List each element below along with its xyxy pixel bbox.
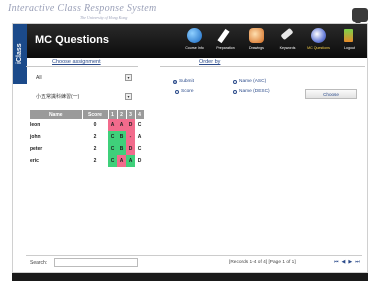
next-page-icon[interactable]: ▶: [348, 259, 352, 265]
assignment-select[interactable]: 小五常識科練習(一) ▾: [34, 93, 132, 102]
top-bar: MC Questions Course Info Preparation Dra…: [27, 24, 367, 58]
logout-icon: [342, 28, 357, 43]
assignment-select-value: 小五常識科練習(一): [36, 94, 80, 100]
main-nav: Course Info Preparation Drawings Keyword…: [179, 26, 365, 56]
student-score: 2: [93, 146, 97, 152]
brand-subtitle: The University of Hong Kong: [80, 15, 128, 20]
order-name-desc-radio[interactable]: Name (DESC): [233, 89, 270, 94]
nav-drawings[interactable]: Drawings: [241, 26, 272, 56]
divider: [26, 255, 362, 256]
chat-icon[interactable]: [352, 8, 368, 25]
answer-cell: A: [117, 119, 126, 131]
order-score-radio[interactable]: Score: [175, 89, 194, 94]
choose-button[interactable]: Choose: [305, 89, 357, 99]
column-header-q1: 1: [108, 110, 118, 119]
radio-label: Score: [181, 89, 194, 94]
bottom-bar: [12, 273, 368, 281]
student-score: 2: [93, 134, 97, 140]
column-header-q2: 2: [117, 110, 127, 119]
radio-label: Name (DESC): [239, 89, 270, 94]
answer-cell: B: [117, 143, 126, 155]
answer-cell: A: [137, 134, 142, 140]
pager: ⏮ ◀ ▶ ⏭: [334, 259, 360, 265]
page-title: MC Questions: [35, 34, 109, 46]
radio-label: Name (ASC): [239, 79, 267, 84]
radio-selected-icon: [173, 79, 177, 84]
answer-cell: D: [137, 158, 142, 164]
answer-cell: C: [137, 146, 142, 152]
student-name: john: [30, 134, 41, 140]
chevron-down-icon: ▾: [125, 93, 132, 100]
student-name: leon: [30, 122, 41, 128]
nav-label: MC Questions: [307, 46, 330, 50]
table-row: peter 2 C B D C: [30, 143, 144, 155]
choose-assignment-heading: Choose assignment: [52, 59, 101, 65]
student-score: 0: [93, 122, 97, 128]
key-icon: [280, 28, 295, 43]
nav-label: Keywords: [279, 46, 296, 50]
student-score: 2: [93, 158, 97, 164]
divider: [26, 66, 138, 67]
table-row: eric 2 C A A D: [30, 155, 144, 167]
answer-cell: A: [117, 155, 126, 167]
radio-label: Submit: [179, 79, 194, 84]
search-input[interactable]: [54, 258, 138, 267]
last-page-icon[interactable]: ⏭: [355, 259, 360, 265]
answer-cell: D: [126, 119, 135, 131]
table-row: leon 0 A A D C: [30, 119, 144, 131]
table-header-row: Name Score 1 2 3 4: [30, 110, 145, 119]
nav-keywords[interactable]: Keywords: [272, 26, 303, 56]
pen-icon: [218, 28, 233, 43]
nav-preparation[interactable]: Preparation: [210, 26, 241, 56]
side-tab-iclass[interactable]: iClass: [13, 24, 27, 84]
nav-label: Logout: [344, 46, 355, 50]
filter-select-value: All: [36, 75, 42, 81]
nav-label: Course Info: [185, 46, 204, 50]
first-page-icon[interactable]: ⏮: [334, 259, 339, 265]
student-name: peter: [30, 146, 43, 152]
mc-questions-icon: [311, 28, 326, 43]
answer-cell: A: [108, 119, 117, 131]
info-icon: [187, 28, 202, 43]
search-label: Search:: [30, 260, 48, 266]
nav-label: Drawings: [249, 46, 264, 50]
results-table: Name Score 1 2 3 4 leon 0 A A D Cjohn 2 C B - Apet…: [30, 110, 145, 167]
brand-title: Interactive Class Response System: [8, 3, 157, 14]
radio-icon: [175, 89, 179, 94]
answer-cell: B: [117, 131, 126, 143]
student-name: eric: [30, 158, 39, 164]
answer-cell: C: [108, 143, 117, 155]
filter-select[interactable]: All ▾: [34, 74, 132, 83]
radio-icon: [233, 79, 237, 84]
column-header-q4: 4: [135, 110, 145, 119]
table-row: john 2 C B - A: [30, 131, 144, 143]
divider: [160, 66, 365, 67]
column-header-q3: 3: [126, 110, 136, 119]
answer-cell: -: [126, 131, 135, 143]
records-info: [Records 1-4 of 4] [Page 1 of 1]: [229, 260, 296, 265]
order-submit-radio[interactable]: Submit: [173, 79, 194, 84]
drawings-icon: [249, 28, 264, 43]
nav-label: Preparation: [216, 46, 235, 50]
chevron-down-icon: ▾: [125, 74, 132, 81]
prev-page-icon[interactable]: ◀: [342, 259, 346, 265]
answer-cell: C: [137, 122, 142, 128]
order-by-heading: Order by: [199, 59, 221, 65]
radio-icon: [233, 89, 237, 94]
answer-cell: C: [108, 131, 117, 143]
nav-mc-questions[interactable]: MC Questions: [303, 26, 334, 56]
column-header-name[interactable]: Name: [30, 110, 83, 119]
nav-logout[interactable]: Logout: [334, 26, 365, 56]
order-name-asc-radio[interactable]: Name (ASC): [233, 79, 266, 84]
answer-cell: D: [126, 143, 135, 155]
answer-cell: C: [108, 155, 117, 167]
column-header-score[interactable]: Score: [82, 110, 109, 119]
answer-cell: A: [126, 155, 135, 167]
nav-course-info[interactable]: Course Info: [179, 26, 210, 56]
